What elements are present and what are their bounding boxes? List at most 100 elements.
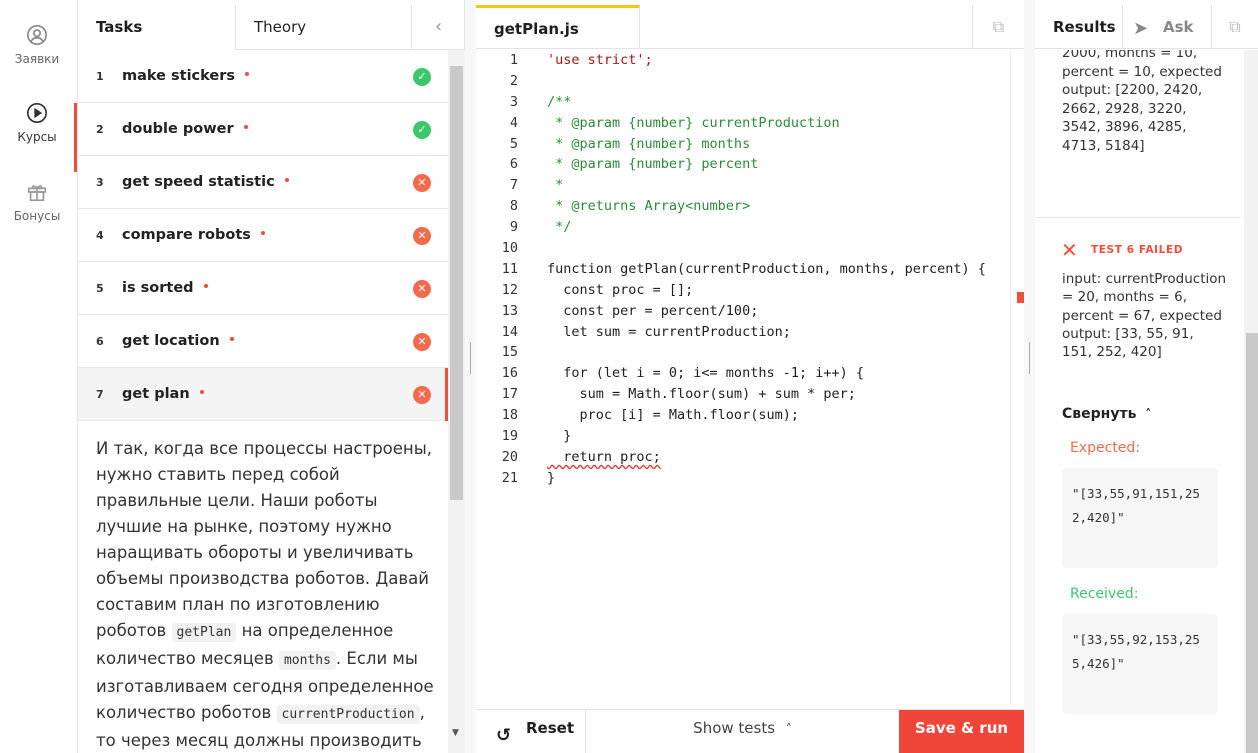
tab-results[interactable]: Results <box>1035 5 1123 49</box>
task-item-7[interactable]: 7 get plan ✕ <box>78 368 448 421</box>
reset-button[interactable]: ↺ Reset <box>476 710 586 753</box>
code-line: 20 return proc; <box>501 448 661 465</box>
cross-icon: ✕ <box>413 386 431 404</box>
show-tests-button[interactable]: Show tests ˄ <box>586 710 899 753</box>
chevron-up-icon: ˄ <box>785 722 792 736</box>
code-line: 5 * @param {number} months <box>509 135 751 152</box>
task-number: 6 <box>96 335 104 348</box>
nav-item-courses[interactable]: Курсы <box>0 102 74 144</box>
unsaved-dot-icon <box>284 178 289 182</box>
minimize-icon: ⧉ <box>1229 17 1241 36</box>
check-icon: ✓ <box>413 121 431 139</box>
expected-value: "[33,55,91,151,252,420]" <box>1062 468 1218 568</box>
panel-resize-handle[interactable] <box>465 0 476 753</box>
results-collapse-button[interactable]: ⧉ <box>1211 5 1258 49</box>
chevron-left-icon: ‹ <box>434 16 443 37</box>
task-item-4[interactable]: 4 compare robots ✕ <box>78 209 448 262</box>
task-item-5[interactable]: 5 is sorted ✕ <box>78 262 448 315</box>
received-label: Received: <box>1070 586 1139 602</box>
failed-test-input: input: currentProduction = 20, months = … <box>1062 271 1227 361</box>
collapse-panel-button[interactable]: ‹ <box>411 5 465 50</box>
task-number: 7 <box>96 388 104 401</box>
cross-icon: ✕ <box>413 174 431 192</box>
expected-label: Expected: <box>1070 440 1141 456</box>
code-line: 7 * <box>509 177 564 194</box>
cross-icon: ✕ <box>413 280 431 298</box>
results-tabs: Results ➤ Ask ⧉ <box>1035 5 1258 49</box>
nav-item-requests[interactable]: Заявки <box>0 24 74 66</box>
unsaved-dot-icon <box>203 284 208 288</box>
results-panel: Results ➤ Ask ⧉ 2000, months = 10, perce… <box>1035 0 1258 753</box>
tasks-panel: Tasks Theory ‹ ▼ 1 make stickers ✓ 2 dou… <box>74 0 465 753</box>
play-circle-icon <box>27 103 47 123</box>
task-number: 4 <box>96 229 104 242</box>
task-description: И так, когда все процессы настроены, нуж… <box>96 439 434 750</box>
task-name: make stickers <box>122 50 250 103</box>
task-name: is sorted <box>122 262 208 315</box>
task-name: double power <box>122 103 248 156</box>
tab-ask[interactable]: Ask <box>1123 5 1211 49</box>
nav-item-bonuses[interactable]: Бонусы <box>0 181 74 223</box>
code-line: 16 for (let i = 0; i<= months -1; i++) { <box>501 365 864 382</box>
tab-theory[interactable]: Theory <box>236 5 396 50</box>
minimize-icon: ⧉ <box>992 17 1005 36</box>
task-side-marker <box>74 103 77 172</box>
task-item-3[interactable]: 3 get speed statistic ✕ <box>78 156 448 209</box>
gift-icon <box>27 185 47 202</box>
task-item-2[interactable]: 2 double power ✓ <box>74 103 448 172</box>
cross-icon: ✕ <box>413 227 431 245</box>
inline-code: getPlan <box>171 623 237 642</box>
editor-scrollbar[interactable] <box>1010 50 1024 706</box>
previous-test-output: 2000, months = 10, percent = 10, expecte… <box>1062 50 1222 154</box>
received-value: "[33,55,92,153,255,426]" <box>1062 614 1218 714</box>
editor-tab-bar: getPlan.js ⧉ <box>476 5 1024 49</box>
editor-footer: ↺ Reset Show tests ˄ Save & run <box>476 709 1024 753</box>
collapse-link[interactable]: Свернуть ˄ <box>1062 406 1151 422</box>
nav-item-label: Заявки <box>14 52 60 66</box>
code-line: 1'use strict'; <box>509 52 653 68</box>
tasks-scrollbar-thumb[interactable] <box>450 66 463 500</box>
task-name: get location <box>122 315 234 368</box>
code-area[interactable]: 1'use strict'; 2 3/** 4 * @param {number… <box>476 50 1011 489</box>
unsaved-dot-icon <box>245 72 250 76</box>
task-number: 3 <box>96 176 104 189</box>
file-tab[interactable]: getPlan.js <box>476 5 640 49</box>
divider <box>1035 217 1241 218</box>
code-line: 13 const per = percent/100; <box>501 302 759 319</box>
save-run-button[interactable]: Save & run <box>899 710 1024 753</box>
chevron-up-icon: ˄ <box>1145 407 1152 421</box>
editor-collapse-button[interactable]: ⧉ <box>972 5 1024 49</box>
task-number: 1 <box>96 70 104 83</box>
results-body: 2000, months = 10, percent = 10, expecte… <box>1035 50 1241 753</box>
nav-item-label: Курсы <box>17 130 57 144</box>
code-line: 17 sum = Math.floor(sum) + sum * per; <box>501 386 856 403</box>
scroll-down-arrow-icon[interactable]: ▼ <box>452 728 459 738</box>
task-item-6[interactable]: 6 get location ✕ <box>78 315 448 368</box>
code-line: 2 <box>509 72 518 89</box>
test-failed-label: TEST 6 FAILED <box>1091 244 1184 256</box>
selected-task-marker <box>445 368 448 421</box>
panel-resize-handle[interactable] <box>1024 0 1035 753</box>
reset-icon: ↺ <box>496 725 512 746</box>
inline-code: currentProduction <box>276 705 420 724</box>
fail-x-icon: ✕ <box>1061 238 1078 262</box>
task-name: get speed statistic <box>122 156 289 209</box>
results-scrollbar-thumb[interactable] <box>1246 333 1258 753</box>
code-line: 21} <box>501 469 556 486</box>
code-line: 4 * @param {number} currentProduction <box>509 114 840 131</box>
code-line: 3/** <box>509 93 572 110</box>
error-marker <box>1017 292 1024 303</box>
task-item-1[interactable]: 1 make stickers ✓ <box>78 50 448 103</box>
tasks-panel-tabs: Tasks Theory ‹ <box>78 5 465 51</box>
nav-item-label: Бонусы <box>13 209 61 223</box>
tab-tasks[interactable]: Tasks <box>78 5 236 51</box>
unsaved-dot-icon <box>199 390 204 394</box>
unsaved-dot-icon <box>260 231 265 235</box>
task-list: 1 make stickers ✓ 2 double power ✓ 3 get… <box>74 50 448 421</box>
task-name: compare robots <box>122 209 265 262</box>
code-line: 18 proc [i] = Math.floor(sum); <box>501 407 799 424</box>
code-line: 15 <box>501 344 518 361</box>
user-circle-icon <box>27 25 47 45</box>
code-line: 10 <box>501 240 518 257</box>
left-navigation: Заявки Курсы Бонусы <box>0 0 78 753</box>
